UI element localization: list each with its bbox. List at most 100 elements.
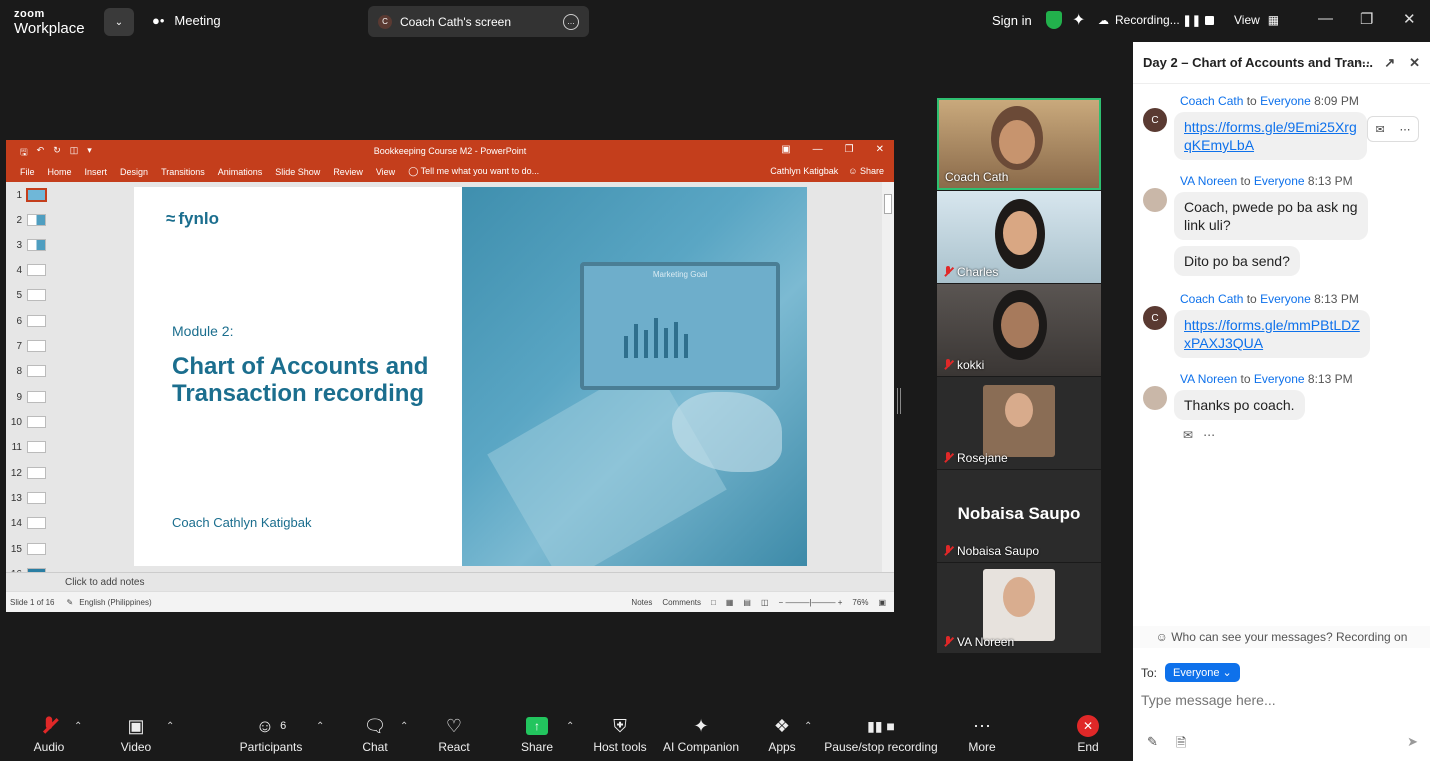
app-menu-button[interactable]: ⌄ bbox=[104, 8, 134, 36]
reply-icon[interactable]: ✉ bbox=[1375, 123, 1384, 136]
message-more-icon[interactable]: ⋯ bbox=[1203, 428, 1215, 442]
more-icon[interactable]: ⋯ bbox=[1357, 55, 1370, 71]
ppt-share-button[interactable]: ☺ Share bbox=[848, 166, 884, 176]
video-button[interactable]: ▣ Video bbox=[117, 707, 155, 761]
video-tile[interactable]: Nobaisa Saupo Nobaisa Saupo bbox=[937, 470, 1101, 562]
video-tile[interactable]: Coach Cath bbox=[937, 98, 1101, 190]
sorter-view-icon[interactable]: ▦ bbox=[726, 598, 734, 607]
sender-name[interactable]: VA Noreen bbox=[1180, 174, 1237, 188]
participants-button[interactable]: ☺ 6 Participants bbox=[238, 707, 304, 761]
slide-thumb[interactable]: 11 bbox=[10, 441, 46, 453]
notes-toggle[interactable]: Notes bbox=[631, 598, 652, 607]
end-button[interactable]: ✕ End bbox=[1071, 707, 1105, 761]
comments-toggle[interactable]: Comments bbox=[662, 598, 701, 607]
close-chat-icon[interactable]: ✕ bbox=[1409, 55, 1420, 71]
tab-view[interactable]: View bbox=[376, 167, 395, 177]
video-tile[interactable]: kokki bbox=[937, 284, 1101, 376]
tab-file[interactable]: File bbox=[20, 167, 35, 177]
slide-thumb[interactable]: 9 bbox=[10, 391, 46, 403]
scrollbar-thumb[interactable] bbox=[884, 194, 892, 214]
slide-thumb[interactable]: 2 bbox=[10, 214, 46, 226]
send-icon[interactable]: ➤ bbox=[1407, 734, 1418, 750]
pop-out-icon[interactable]: ↗ bbox=[1384, 55, 1395, 71]
apps-options-caret[interactable]: ⌃ bbox=[804, 721, 812, 732]
minimize-icon[interactable]: — bbox=[1318, 10, 1333, 27]
tab-home[interactable]: Home bbox=[48, 167, 72, 177]
viewing-screen-pill[interactable]: C Coach Cath's screen … bbox=[368, 6, 589, 37]
slide-thumb[interactable]: 15 bbox=[10, 543, 46, 555]
video-options-caret[interactable]: ⌃ bbox=[166, 721, 174, 732]
encryption-shield-icon[interactable] bbox=[1046, 11, 1062, 29]
panel-resize-handle[interactable] bbox=[897, 388, 901, 414]
recipient-dropdown[interactable]: Everyone ⌄ bbox=[1165, 663, 1240, 682]
message-more-icon[interactable]: ⋯ bbox=[1400, 123, 1411, 136]
tab-animations[interactable]: Animations bbox=[218, 167, 263, 177]
slide-thumb[interactable]: 13 bbox=[10, 492, 46, 504]
ppt-restore-icon[interactable]: ❐ bbox=[845, 144, 854, 155]
share-options-caret[interactable]: ⌃ bbox=[566, 721, 574, 732]
slide-canvas[interactable]: ≈ fynlo Module 2: Chart of Accounts and … bbox=[134, 187, 807, 566]
reading-view-icon[interactable]: ▤ bbox=[743, 598, 751, 607]
fit-slide-icon[interactable]: ▣ bbox=[878, 598, 886, 607]
slide-thumb[interactable]: 6 bbox=[10, 315, 46, 327]
ai-spark-icon[interactable]: ✦ bbox=[1072, 10, 1085, 30]
pause-icon[interactable]: ❚❚ bbox=[1182, 14, 1200, 27]
format-icon[interactable]: ✎ bbox=[1147, 734, 1158, 756]
restore-icon[interactable]: ❐ bbox=[1360, 10, 1373, 28]
message-link[interactable]: https://forms.gle/mmPBtLDZ xPAXJ3QUA bbox=[1184, 317, 1360, 351]
ribbon-display-icon[interactable]: ▣ bbox=[781, 144, 790, 155]
tab-insert[interactable]: Insert bbox=[85, 167, 108, 177]
tab-slide-show[interactable]: Slide Show bbox=[275, 167, 320, 177]
stop-icon[interactable] bbox=[1204, 14, 1216, 26]
more-options-icon[interactable]: … bbox=[563, 13, 579, 30]
video-tile[interactable]: VA Noreen bbox=[937, 563, 1101, 653]
reply-icon[interactable]: ✉ bbox=[1183, 428, 1193, 442]
slide-thumb[interactable]: 14 bbox=[10, 517, 46, 529]
notes-pane[interactable]: Click to add notes bbox=[6, 572, 894, 591]
slide-thumb[interactable]: 3 bbox=[10, 239, 46, 251]
tab-review[interactable]: Review bbox=[333, 167, 363, 177]
participants-options-caret[interactable]: ⌃ bbox=[316, 721, 324, 732]
ppt-close-icon[interactable]: ✕ bbox=[876, 144, 884, 155]
language-indicator[interactable]: English (Philippines) bbox=[79, 598, 151, 607]
view-menu[interactable]: View ▦ bbox=[1234, 13, 1279, 27]
slide-thumb[interactable]: 12 bbox=[10, 467, 46, 479]
normal-view-icon[interactable]: □ bbox=[711, 598, 716, 607]
slide-thumb[interactable]: 10 bbox=[10, 416, 46, 428]
sign-in-link[interactable]: Sign in bbox=[992, 13, 1032, 28]
chat-options-caret[interactable]: ⌃ bbox=[400, 721, 408, 732]
meeting-info[interactable]: ●• Meeting bbox=[152, 13, 221, 28]
ppt-minimize-icon[interactable]: — bbox=[813, 144, 823, 155]
sender-name[interactable]: Coach Cath bbox=[1180, 94, 1243, 108]
slide-thumb[interactable]: 1 bbox=[10, 188, 47, 202]
video-tile[interactable]: Charles bbox=[937, 191, 1101, 283]
react-button[interactable]: ♡ React bbox=[436, 707, 472, 761]
tab-transitions[interactable]: Transitions bbox=[161, 167, 205, 177]
close-icon[interactable]: ✕ bbox=[1403, 10, 1416, 28]
zoom-level[interactable]: 76% bbox=[852, 598, 868, 607]
slide-thumb[interactable]: 8 bbox=[10, 365, 46, 377]
audio-button[interactable]: Audio bbox=[30, 707, 68, 761]
chat-input[interactable] bbox=[1141, 690, 1421, 710]
sender-name[interactable]: Coach Cath bbox=[1180, 292, 1243, 306]
spellcheck-icon[interactable]: ✎ bbox=[66, 598, 73, 607]
ai-companion-button[interactable]: ✦ AI Companion bbox=[663, 707, 739, 761]
zoom-slider[interactable]: − ———|——— + bbox=[779, 598, 843, 607]
tell-me-box[interactable]: ◯ Tell me what you want to do... bbox=[408, 166, 539, 177]
message-link[interactable]: https://forms.gle/9Emi25Xrg qKEmyLbA bbox=[1184, 119, 1357, 153]
slide-thumb[interactable]: 5 bbox=[10, 289, 46, 301]
sender-name[interactable]: VA Noreen bbox=[1180, 372, 1237, 386]
slideshow-view-icon[interactable]: ◫ bbox=[761, 598, 769, 607]
more-button[interactable]: ⋯ More bbox=[964, 707, 1000, 761]
chat-button[interactable]: 🗨 Chat bbox=[358, 707, 392, 761]
tab-design[interactable]: Design bbox=[120, 167, 148, 177]
visibility-notice[interactable]: ☺ Who can see your messages? Recording o… bbox=[1133, 626, 1430, 648]
audio-options-caret[interactable]: ⌃ bbox=[74, 721, 82, 732]
pause-stop-recording-button[interactable]: ▮▮ ■ Pause/stop recording bbox=[824, 707, 937, 761]
slide-thumb[interactable]: 4 bbox=[10, 264, 46, 276]
apps-button[interactable]: ❖ Apps bbox=[765, 707, 799, 761]
slide-thumb[interactable]: 7 bbox=[10, 340, 46, 352]
slide-scrollbar[interactable] bbox=[882, 182, 894, 572]
share-button[interactable]: ↑ Share bbox=[519, 707, 555, 761]
file-icon[interactable]: 🗎 bbox=[1176, 734, 1186, 756]
